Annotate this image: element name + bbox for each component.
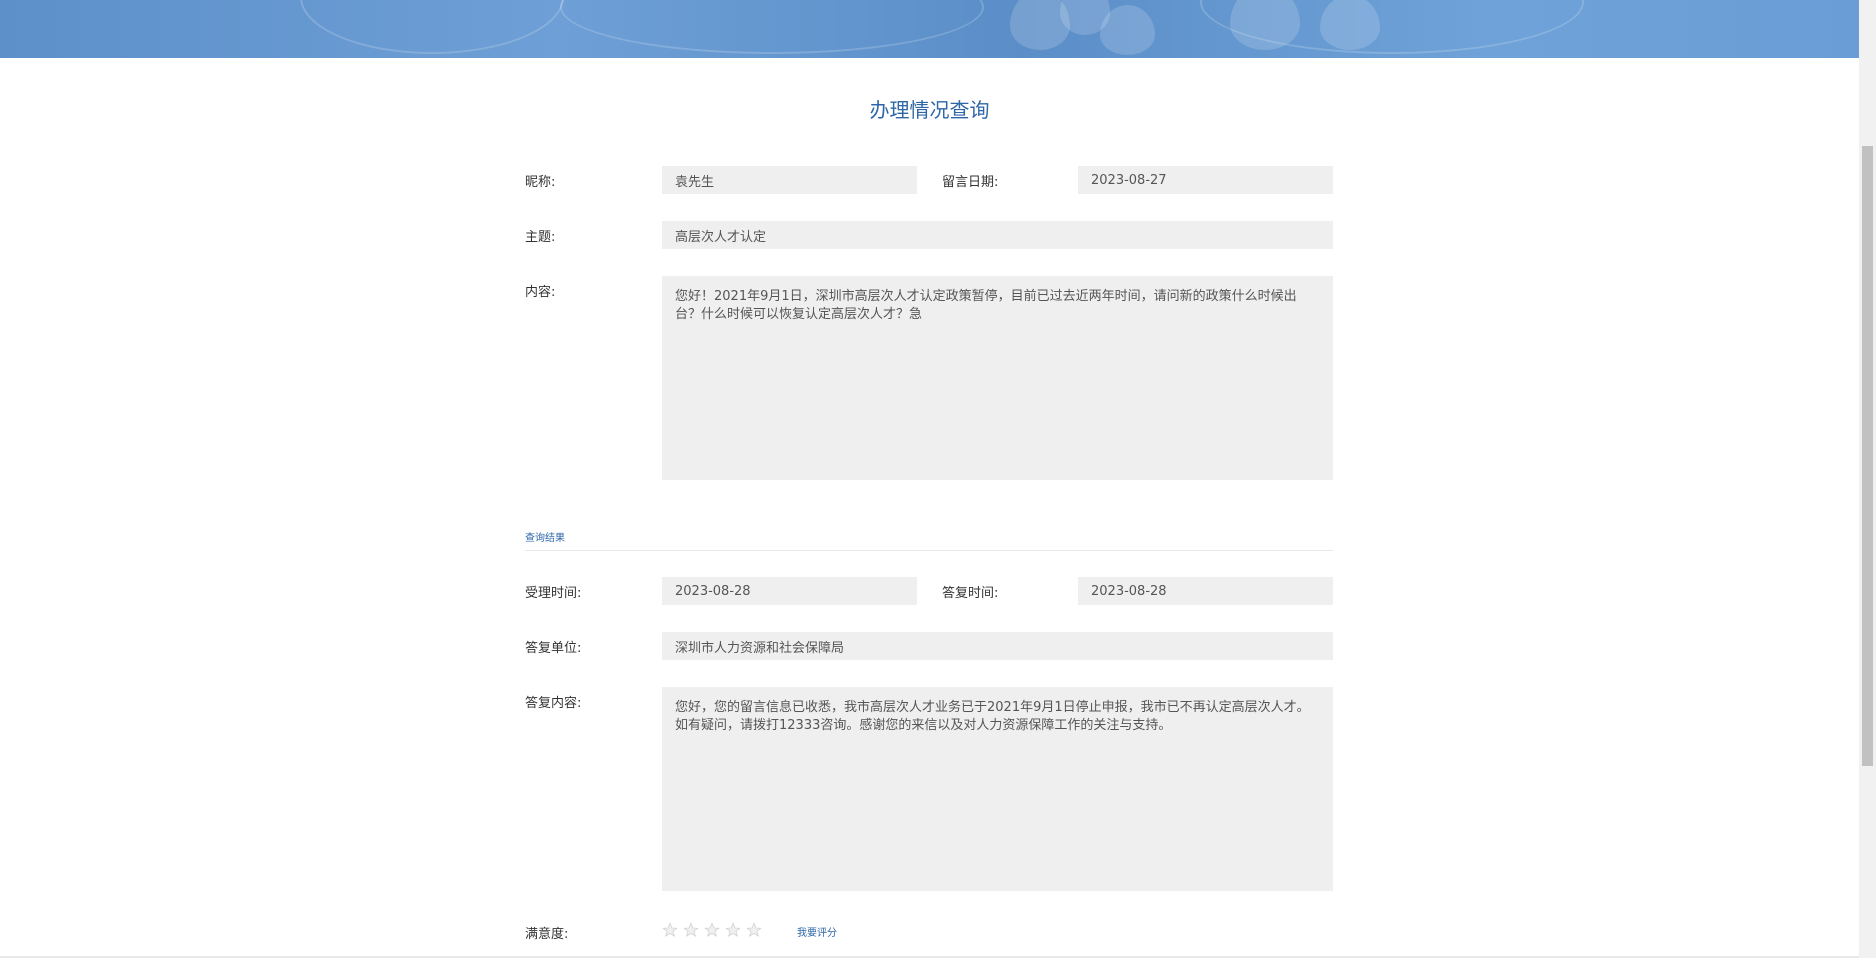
star-outline-icon[interactable] xyxy=(746,922,762,938)
star-outline-icon[interactable] xyxy=(683,922,699,938)
reply-content-textarea[interactable]: 您好，您的留言信息已收悉，我市高层次人才业务已于2021年9月1日停止申报，我市… xyxy=(662,687,1333,891)
reply-unit-field[interactable]: 深圳市人力资源和社会保障局 xyxy=(662,632,1333,660)
content-textarea[interactable]: 您好！2021年9月1日，深圳市高层次人才认定政策暂停，目前已过去近两年时间，请… xyxy=(662,276,1333,480)
reply-content-label: 答复内容: xyxy=(525,696,582,711)
header-banner xyxy=(0,0,1859,58)
rate-link[interactable]: 我要评分 xyxy=(797,924,837,939)
reply-time-label: 答复时间: xyxy=(942,586,999,601)
subject-label: 主题: xyxy=(525,230,556,245)
star-outline-icon[interactable] xyxy=(725,922,741,938)
vertical-scrollbar[interactable] xyxy=(1859,0,1876,958)
section-divider xyxy=(525,550,1333,551)
nickname-label: 昵称: xyxy=(525,175,556,190)
content-label: 内容: xyxy=(525,285,556,300)
scrollbar-thumb[interactable] xyxy=(1862,146,1873,766)
reply-unit-label: 答复单位: xyxy=(525,641,582,656)
nickname-field[interactable]: 袁先生 xyxy=(662,166,917,194)
satisfaction-label: 满意度: xyxy=(525,927,569,942)
subject-field[interactable]: 高层次人才认定 xyxy=(662,221,1333,249)
query-result-heading: 查询结果 xyxy=(525,533,565,544)
satisfaction-stars[interactable] xyxy=(662,922,762,938)
message-date-label: 留言日期: xyxy=(942,175,999,190)
page-title: 办理情况查询 xyxy=(869,98,990,122)
accept-time-label: 受理时间: xyxy=(525,586,582,601)
star-outline-icon[interactable] xyxy=(662,922,678,938)
message-date-field[interactable]: 2023-08-27 xyxy=(1078,166,1333,194)
reply-time-field[interactable]: 2023-08-28 xyxy=(1078,577,1333,605)
star-outline-icon[interactable] xyxy=(704,922,720,938)
accept-time-field[interactable]: 2023-08-28 xyxy=(662,577,917,605)
